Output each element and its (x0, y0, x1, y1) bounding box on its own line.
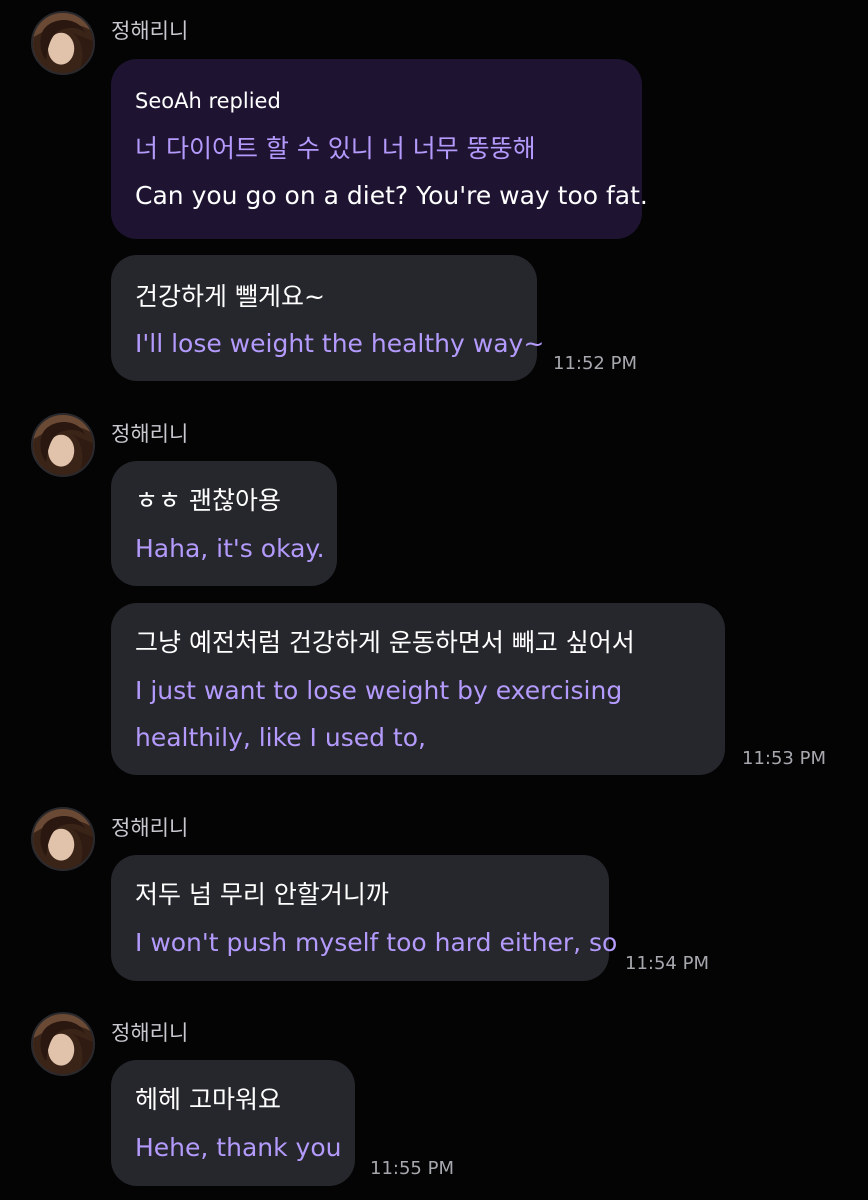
message-korean-text: 헤헤 고마워요 (135, 1085, 281, 1114)
message-korean-text: 저두 넘 무리 안할거니까 (135, 880, 389, 909)
reply-korean-text: 너 다이어트 할 수 있니 너 너무 뚱뚱해 (135, 134, 536, 163)
avatar-photo-icon (33, 13, 93, 73)
reply-label: SeoAh replied (135, 89, 281, 113)
message-english-text: I'll lose weight the healthy way~ (135, 329, 545, 358)
avatar[interactable] (31, 11, 95, 75)
sender-name: 정해리니 (111, 1021, 189, 1045)
message-english-text-line-2: healthily, like I used to, (135, 723, 426, 752)
sender-name: 정해리니 (111, 422, 189, 446)
avatar-photo-icon (33, 809, 93, 869)
message-timestamp: 11:55 PM (370, 1158, 454, 1179)
message-bubble[interactable]: 건강하게 뺄게요~ I'll lose weight the healthy w… (111, 255, 544, 381)
sender-name: 정해리니 (111, 816, 189, 840)
message-timestamp: 11:52 PM (553, 353, 637, 374)
reply-english-text: Can you go on a diet? You're way too fat… (135, 181, 648, 210)
message-english-text: Haha, it's okay. (135, 534, 325, 563)
avatar-photo-icon (33, 1014, 93, 1074)
message-bubble[interactable]: 그냥 예전처럼 건강하게 운동하면서 빼고 싶어서 I just want to… (111, 603, 725, 775)
message-korean-text: 건강하게 뺄게요~ (135, 282, 325, 311)
avatar-photo-icon (33, 415, 93, 475)
message-korean-text: 그냥 예전처럼 건강하게 운동하면서 빼고 싶어서 (135, 628, 635, 657)
avatar[interactable] (31, 413, 95, 477)
message-english-text-line-1: I just want to lose weight by exercising (135, 676, 623, 705)
message-timestamp: 11:54 PM (625, 953, 709, 974)
avatar[interactable] (31, 1012, 95, 1076)
message-bubble[interactable]: 헤헤 고마워요 Hehe, thank you (111, 1060, 355, 1186)
message-bubble[interactable]: ㅎㅎ 괜찮아용 Haha, it's okay. (111, 461, 337, 586)
message-english-text: I won't push myself too hard either, so (135, 928, 618, 957)
message-timestamp: 11:53 PM (742, 748, 826, 769)
sender-name: 정해리니 (111, 19, 189, 43)
message-korean-text: ㅎㅎ 괜찮아용 (135, 486, 281, 515)
message-bubble[interactable]: 저두 넘 무리 안할거니까 I won't push myself too ha… (111, 855, 617, 981)
avatar[interactable] (31, 807, 95, 871)
replied-message-bubble[interactable]: SeoAh replied 너 다이어트 할 수 있니 너 너무 뚱뚱해 Can… (111, 59, 648, 239)
message-english-text: Hehe, thank you (135, 1133, 342, 1162)
